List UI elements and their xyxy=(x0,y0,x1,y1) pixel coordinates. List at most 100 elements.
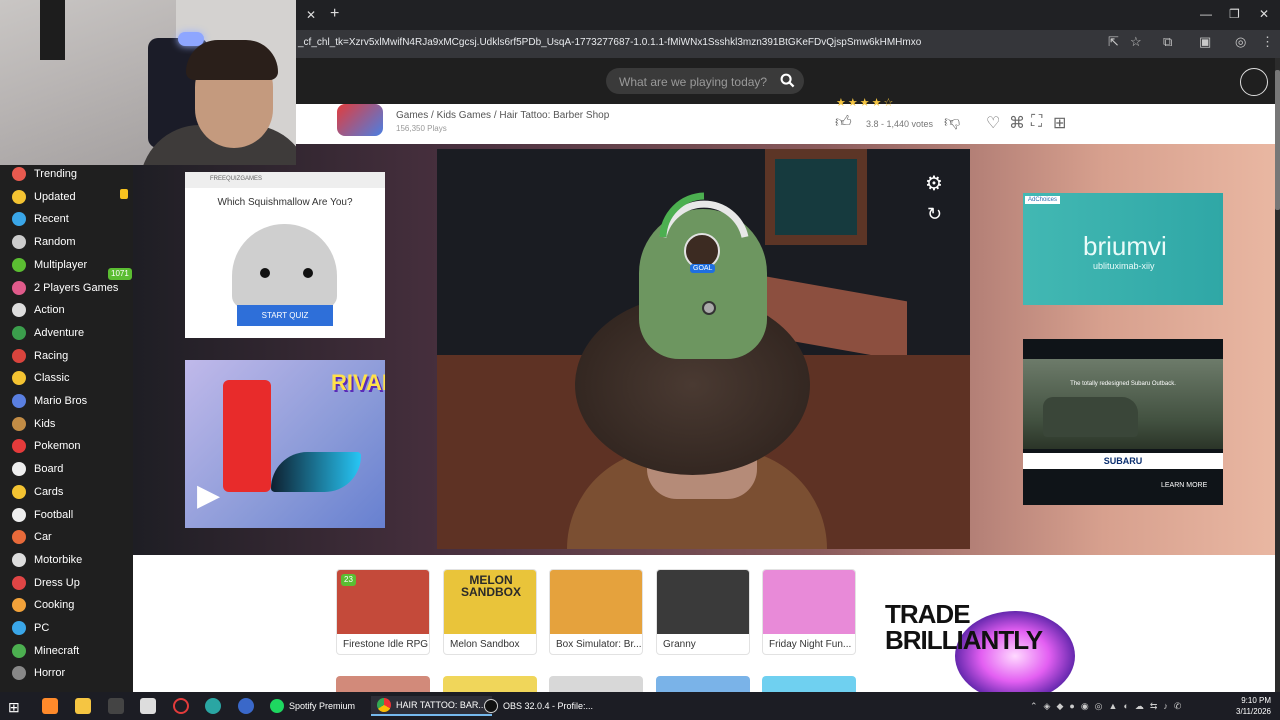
multiplayer-icon xyxy=(12,257,26,272)
search-placeholder[interactable]: What are we playing today? xyxy=(619,75,767,89)
address-url[interactable]: _cf_chl_tk=Xzrv5xlMwifN4RJa9xMCgcsj.Udkl… xyxy=(298,37,921,48)
sidebar-item-mario-bros[interactable]: Mario Bros xyxy=(12,392,87,410)
game-card-next-row[interactable] xyxy=(443,676,537,692)
pc-icon xyxy=(12,621,26,635)
breadcrumb-games[interactable]: Games xyxy=(396,110,428,121)
install-app-icon[interactable]: ⇱ xyxy=(1108,34,1119,50)
adchoices-label[interactable]: AdChoices xyxy=(1025,196,1061,204)
sidebar-item-trending[interactable]: Trending xyxy=(12,165,77,183)
sidebar-item-board[interactable]: Board xyxy=(12,460,63,478)
briumvi-ad[interactable]: AdChoices briumvi ublituximab-xiiy xyxy=(1023,193,1223,305)
trending-icon xyxy=(12,167,26,181)
game-card-next-row[interactable] xyxy=(336,676,430,692)
fullscreen-icon[interactable]: ⛶ xyxy=(1031,113,1042,131)
browser-menu-icon[interactable]: ⋮ xyxy=(1261,34,1274,50)
sidebar-item-football[interactable]: Football xyxy=(12,506,73,524)
sidebar-item-pokemon[interactable]: Pokemon xyxy=(12,437,80,455)
close-window-icon[interactable]: ✕ xyxy=(1259,7,1269,21)
file-explorer-icon[interactable] xyxy=(75,698,91,714)
squishmallow-quiz-ad[interactable]: FREEQUIZGAMES Which Squishmallow Are You… xyxy=(185,172,385,338)
game-card[interactable]: MELON SANDBOX Melon Sandbox xyxy=(443,569,537,655)
restart-icon[interactable]: ↻ xyxy=(927,204,942,225)
epic-games-icon[interactable] xyxy=(108,698,124,714)
sidebar-item-label: Updated xyxy=(34,190,76,203)
windows-start-icon[interactable]: ⊞ xyxy=(8,699,24,715)
game-card-title: Granny xyxy=(663,639,696,650)
game-card[interactable]: 23 Firestone Idle RPG xyxy=(336,569,430,655)
sidebar-item-label: PC xyxy=(34,622,50,634)
rating-stars[interactable]: ★★★★☆ xyxy=(836,96,895,109)
play-count: 156,350 Plays xyxy=(396,124,447,133)
app-icon[interactable] xyxy=(140,698,156,714)
taskbar-spotify[interactable]: Spotify Premium xyxy=(264,696,361,716)
minimize-icon[interactable]: — xyxy=(1200,7,1212,21)
game-card[interactable]: Box Simulator: Br... xyxy=(549,569,643,655)
sidebar-item-adventure[interactable]: Adventure xyxy=(12,324,84,342)
sidebar-item-label: 2 Players Games xyxy=(34,281,119,294)
thumbs-up-icon[interactable]: 👍︎ xyxy=(835,113,852,132)
browser-profile-icon[interactable]: ◎ xyxy=(1235,34,1246,50)
taskbar-chrome[interactable]: HAIR TATTOO: BAR... xyxy=(371,696,492,716)
search-icon[interactable] xyxy=(780,73,795,88)
opera-icon[interactable] xyxy=(173,698,189,714)
sidebar-item-random[interactable]: Random xyxy=(12,233,76,251)
restore-icon[interactable]: ❐ xyxy=(1229,7,1240,21)
sidebar-item-label: Motorbike xyxy=(34,553,83,566)
game-card-next-row[interactable] xyxy=(549,676,643,692)
sidebar-item-recent[interactable]: Recent xyxy=(12,210,69,228)
user-profile-icon[interactable] xyxy=(1240,68,1268,96)
system-tray-icons[interactable]: ⌃◈◆●◉◎▲◐☁⇆♪✆ xyxy=(1030,701,1187,712)
embed-code-icon[interactable]: ⌘ xyxy=(1009,113,1025,133)
taskbar-obs[interactable]: OBS 32.0.4 - Profile:... xyxy=(478,696,599,716)
sidebar-item-kids[interactable]: Kids xyxy=(12,415,55,433)
thumbs-down-icon[interactable]: 👎︎ xyxy=(944,113,960,132)
game-card-next-row[interactable] xyxy=(656,676,750,692)
sidebar-item-action[interactable]: Action xyxy=(12,301,65,319)
sidebar-item-cooking[interactable]: Cooking xyxy=(12,596,74,614)
add-to-list-icon[interactable]: ⊞ xyxy=(1053,113,1066,133)
rivals-game-ad[interactable]: RIVALS ▶ xyxy=(185,360,385,528)
briumvi-subtitle: ublituximab-xiiy xyxy=(1093,261,1155,271)
extensions-icon[interactable]: ⧉ xyxy=(1163,34,1172,50)
sidebar-item-dress-up[interactable]: Dress Up xyxy=(12,574,80,592)
firefox-icon[interactable] xyxy=(42,698,58,714)
sidebar-item-horror[interactable]: Horror xyxy=(12,664,65,682)
breadcrumb-kids-games[interactable]: Kids Games xyxy=(437,110,491,121)
sidebar-item-label: Action xyxy=(34,304,65,317)
taskbar-obs-label: OBS 32.0.4 - Profile:... xyxy=(503,701,594,711)
webcam-person-hair xyxy=(186,40,278,80)
goal-label: GOAL xyxy=(690,264,716,273)
sidebar-item-label: Mario Bros xyxy=(34,395,88,407)
settings-gear-icon[interactable]: ⚙ xyxy=(925,171,943,196)
game-card-next-row[interactable] xyxy=(762,676,856,692)
app-icon-3[interactable] xyxy=(238,698,254,714)
app-icon-2[interactable] xyxy=(205,698,221,714)
subaru-ad[interactable]: The totally redesigned Subaru Outback. S… xyxy=(1023,339,1223,505)
start-quiz-button[interactable]: START QUIZ xyxy=(237,305,333,326)
bookmark-star-icon[interactable]: ☆ xyxy=(1130,34,1142,50)
side-panel-icon[interactable]: ▣ xyxy=(1199,34,1211,50)
sidebar-item-pc[interactable]: PC xyxy=(12,619,49,637)
sidebar-item-classic[interactable]: Classic xyxy=(12,369,69,387)
learn-more-button[interactable]: LEARN MORE xyxy=(1161,482,1207,489)
sidebar-item-motorbike[interactable]: Motorbike xyxy=(12,551,82,569)
page-scrollbar-thumb[interactable] xyxy=(1275,70,1280,210)
taskbar-clock[interactable]: 9:10 PM 3/11/2026 xyxy=(1236,695,1271,717)
play-video-icon[interactable]: ▶ xyxy=(197,478,220,513)
trade-brilliantly-ad[interactable]: TRADE BRILLIANTLY xyxy=(871,569,1075,701)
sidebar-item-minecraft[interactable]: Minecraft xyxy=(12,642,79,660)
sidebar-item-cards[interactable]: Cards xyxy=(12,483,63,501)
game-card[interactable]: Granny xyxy=(656,569,750,655)
tab-close-icon[interactable]: ✕ xyxy=(306,8,316,22)
new-tab-icon[interactable]: + xyxy=(330,5,339,23)
game-card[interactable]: Friday Night Fun... xyxy=(762,569,856,655)
sidebar-item-racing[interactable]: Racing xyxy=(12,347,68,365)
sidebar-item-updated[interactable]: Updated xyxy=(12,188,76,206)
sidebar-item-2-players-games[interactable]: 2 Players Games xyxy=(12,279,118,297)
favorite-heart-icon[interactable]: ♡ xyxy=(986,113,1000,133)
adventure-icon xyxy=(12,325,26,340)
sidebar-item-multiplayer[interactable]: Multiplayer xyxy=(12,256,87,274)
sidebar-item-car[interactable]: Car xyxy=(12,528,52,546)
minecraft-icon xyxy=(12,643,26,658)
game-canvas[interactable]: GOAL ⚙ ↻ xyxy=(437,149,970,549)
